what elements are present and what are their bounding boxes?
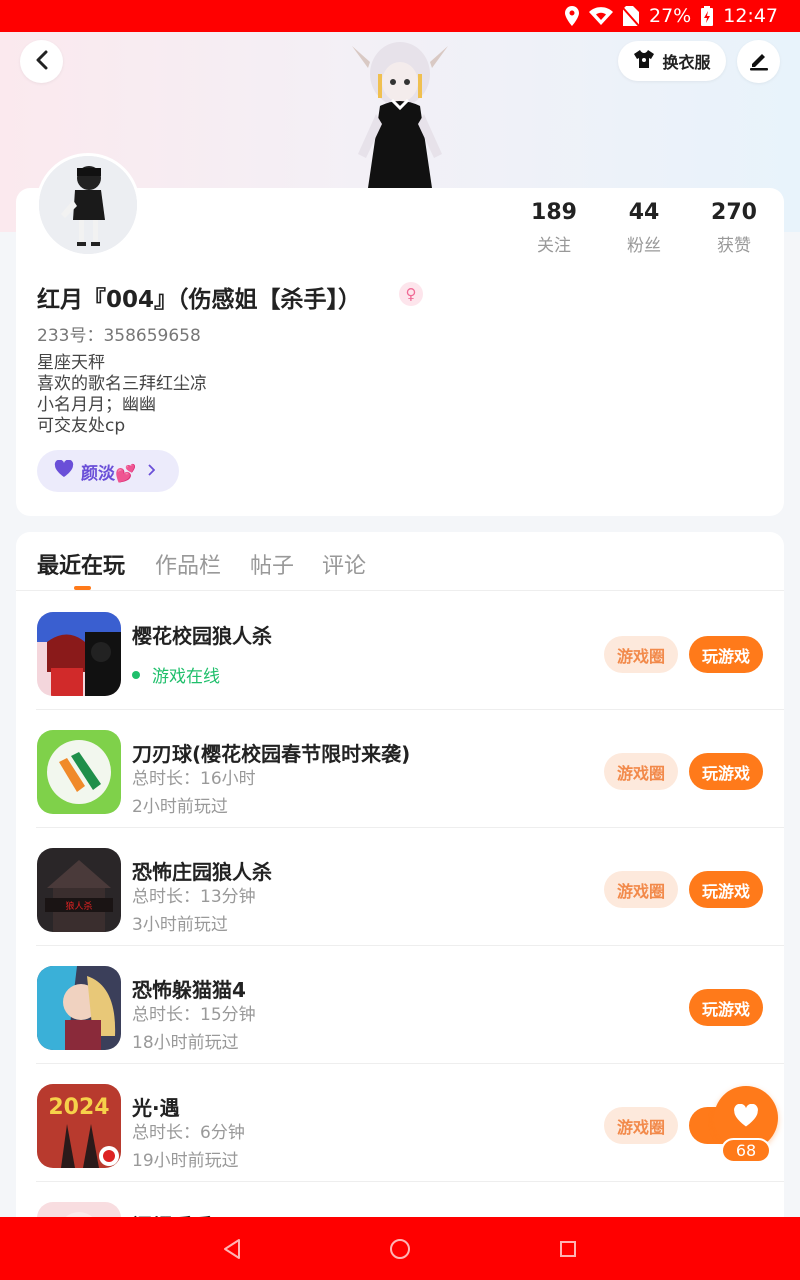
change-outfit-label: 换衣服 bbox=[662, 53, 711, 72]
stat-label: 获赞 bbox=[717, 236, 751, 256]
relationship-tag-label: 颜淡💕 bbox=[81, 463, 137, 484]
location-icon bbox=[565, 6, 579, 26]
relationship-tag-button[interactable]: 颜淡💕 bbox=[37, 450, 179, 492]
game-duration: 总时长：15分钟 bbox=[132, 1005, 256, 1025]
game-icon bbox=[37, 730, 121, 814]
game-duration: 总时长：13分钟 bbox=[132, 887, 256, 907]
online-status: 游戏在线 bbox=[132, 662, 220, 687]
game-last-played: 3小时前玩过 bbox=[132, 915, 228, 935]
tab-posts[interactable]: 帖子 bbox=[250, 548, 294, 580]
game-row[interactable]: 闪耀暖暖 bbox=[16, 1182, 784, 1222]
game-row[interactable]: 樱花校园狼人杀 游戏在线 游戏圈 玩游戏 bbox=[16, 592, 784, 710]
play-game-button[interactable]: 玩游戏 bbox=[689, 989, 763, 1026]
stat-value: 189 bbox=[531, 200, 577, 225]
battery-charging-icon bbox=[701, 6, 714, 26]
stat-label: 关注 bbox=[537, 236, 571, 256]
nav-back-icon[interactable] bbox=[218, 1235, 246, 1263]
clock: 12:47 bbox=[723, 5, 778, 27]
tab-works[interactable]: 作品栏 bbox=[155, 548, 221, 580]
game-icon bbox=[37, 612, 121, 696]
game-row[interactable]: 2024 光·遇 总时长：6分钟 19小时前玩过 游戏圈 玩 bbox=[16, 1064, 784, 1182]
battery-percent: 27% bbox=[649, 5, 692, 27]
stat-likes[interactable]: 270 获赞 bbox=[694, 200, 774, 256]
heart-icon bbox=[54, 459, 74, 483]
navigation-bar bbox=[0, 1217, 800, 1280]
game-duration: 总时长：16小时 bbox=[132, 769, 256, 789]
tab-recent[interactable]: 最近在玩 bbox=[37, 548, 125, 580]
game-circle-button[interactable]: 游戏圈 bbox=[604, 636, 678, 673]
game-row[interactable]: 刀刃球(樱花校园春节限时来袭) 总时长：16小时 2小时前玩过 游戏圈 玩游戏 bbox=[16, 710, 784, 828]
chevron-right-icon bbox=[147, 461, 156, 481]
online-dot-icon bbox=[132, 670, 140, 679]
stat-following[interactable]: 189 关注 bbox=[514, 200, 594, 256]
game-circle-button[interactable]: 游戏圈 bbox=[604, 753, 678, 790]
game-icon bbox=[37, 966, 121, 1050]
svg-text:2024: 2024 bbox=[48, 1095, 109, 1120]
change-outfit-button[interactable]: 换衣服 bbox=[618, 41, 726, 81]
play-game-button[interactable]: 玩游戏 bbox=[689, 753, 763, 790]
bio: 星座天秤 喜欢的歌名三拜红尘凉 小名月月；幽幽 可交友处cp bbox=[37, 353, 207, 437]
game-title: 恐怖庄园狼人杀 bbox=[132, 860, 272, 884]
nav-recents-icon[interactable] bbox=[554, 1235, 582, 1263]
back-arrow-icon bbox=[35, 50, 49, 74]
svg-text:狼人杀: 狼人杀 bbox=[65, 900, 92, 912]
like-count: 68 bbox=[721, 1138, 771, 1163]
play-game-button[interactable]: 玩游戏 bbox=[689, 871, 763, 908]
edit-pen-icon bbox=[748, 49, 770, 75]
game-last-played: 18小时前玩过 bbox=[132, 1033, 239, 1053]
nav-home-icon[interactable] bbox=[386, 1235, 414, 1263]
game-title: 刀刃球(樱花校园春节限时来袭) bbox=[132, 742, 411, 766]
bio-line: 可交友处cp bbox=[37, 416, 126, 436]
stat-label: 粉丝 bbox=[627, 236, 661, 256]
heart-icon bbox=[733, 1103, 759, 1132]
status-bar: 27% 12:47 bbox=[0, 0, 800, 32]
game-title: 樱花校园狼人杀 bbox=[132, 624, 272, 648]
game-row[interactable]: 恐怖躲猫猫4 总时长：15分钟 18小时前玩过 玩游戏 bbox=[16, 946, 784, 1064]
game-icon: 狼人杀 bbox=[37, 848, 121, 932]
no-sim-icon bbox=[623, 6, 639, 26]
stat-value: 270 bbox=[711, 200, 757, 225]
tab-comments[interactable]: 评论 bbox=[322, 548, 366, 580]
game-title: 恐怖躲猫猫4 bbox=[132, 978, 246, 1002]
wifi-icon bbox=[589, 7, 613, 25]
avatar[interactable] bbox=[36, 153, 140, 257]
edit-profile-button[interactable] bbox=[737, 40, 780, 83]
online-label: 游戏在线 bbox=[152, 667, 220, 687]
back-button[interactable] bbox=[20, 40, 63, 83]
game-icon: 2024 bbox=[37, 1084, 121, 1168]
bio-line: 小名月月；幽幽 bbox=[37, 395, 156, 415]
user-id: 233号：358659658 bbox=[37, 326, 201, 346]
divider bbox=[16, 590, 784, 591]
tshirt-icon bbox=[633, 49, 655, 73]
game-circle-button[interactable]: 游戏圈 bbox=[604, 871, 678, 908]
stat-value: 44 bbox=[628, 200, 660, 225]
play-game-button[interactable]: 玩游戏 bbox=[689, 636, 763, 673]
stat-fans[interactable]: 44 粉丝 bbox=[604, 200, 684, 256]
game-duration: 总时长：6分钟 bbox=[132, 1123, 245, 1143]
female-gender-icon: ♀ bbox=[399, 282, 423, 306]
bio-line: 星座天秤 bbox=[37, 353, 105, 373]
game-last-played: 19小时前玩过 bbox=[132, 1151, 239, 1171]
game-last-played: 2小时前玩过 bbox=[132, 797, 228, 817]
game-row[interactable]: 狼人杀 恐怖庄园狼人杀 总时长：13分钟 3小时前玩过 游戏圈 玩游戏 bbox=[16, 828, 784, 946]
username: 红月『004』（伤感姐【杀手】） bbox=[37, 287, 362, 313]
game-circle-button[interactable]: 游戏圈 bbox=[604, 1107, 678, 1144]
bio-line: 喜欢的歌名三拜红尘凉 bbox=[37, 374, 207, 394]
avatar-3d-figure[interactable] bbox=[348, 34, 452, 188]
game-title: 光·遇 bbox=[132, 1096, 180, 1120]
